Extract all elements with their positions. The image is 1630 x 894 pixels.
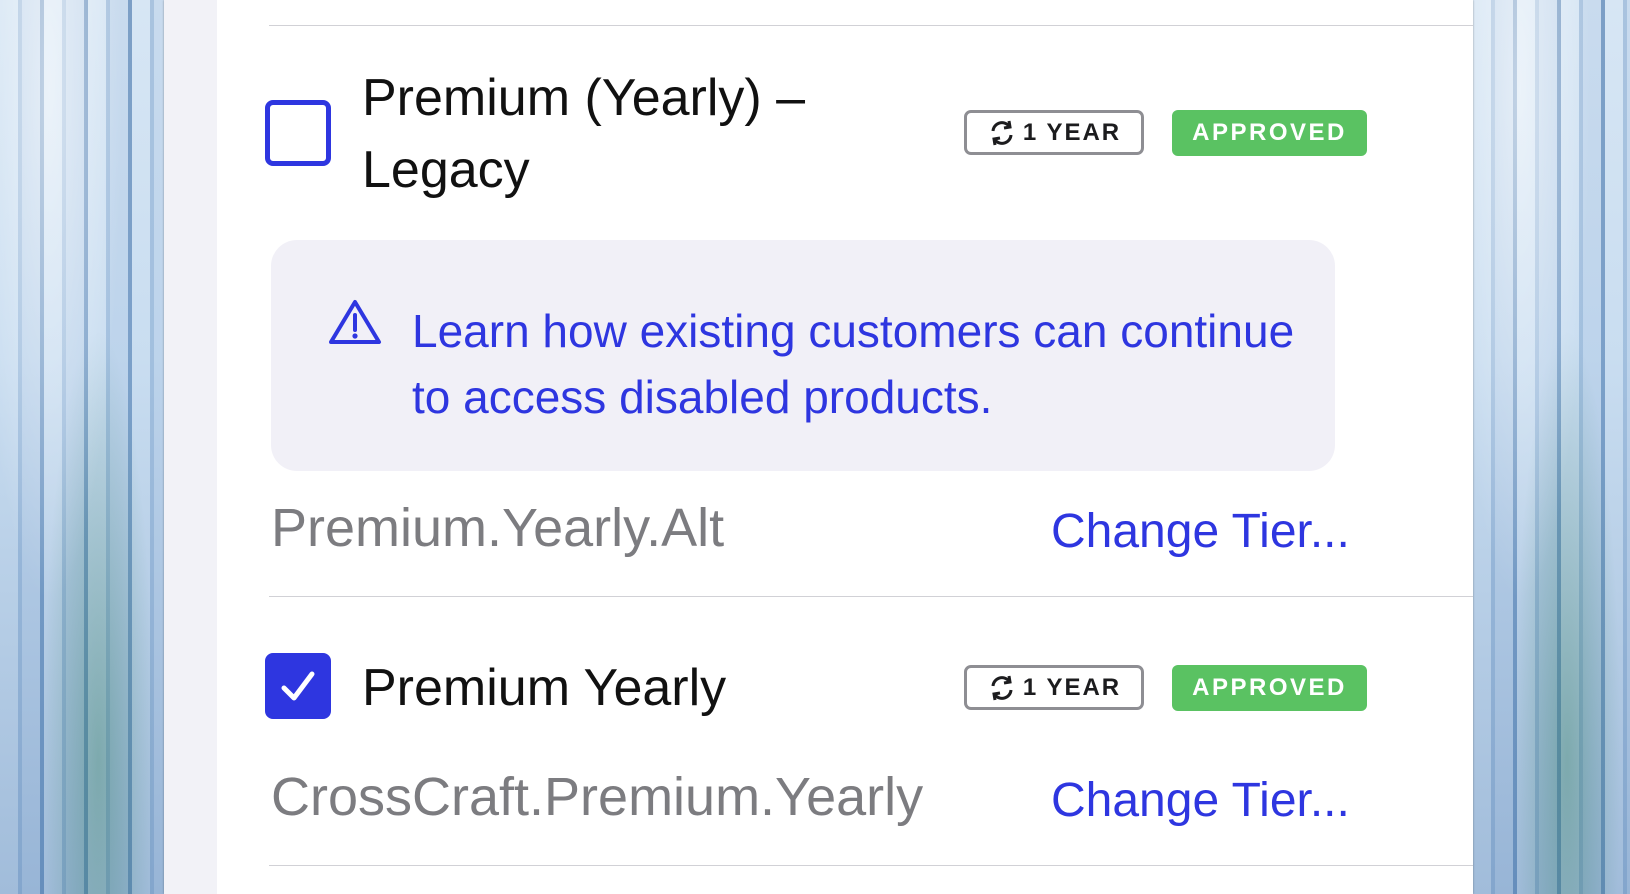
product-name-line2: Legacy bbox=[362, 141, 530, 199]
notice-link[interactable]: Learn how existing customers can continu… bbox=[412, 298, 1312, 430]
duration-label: 1 YEAR bbox=[1022, 118, 1122, 146]
checkmark-icon bbox=[281, 671, 315, 701]
row-divider bbox=[269, 865, 1473, 866]
renew-icon bbox=[991, 675, 1013, 700]
desktop-wallpaper-left bbox=[0, 0, 164, 894]
warning-triangle-icon bbox=[329, 300, 381, 344]
renew-icon bbox=[991, 120, 1013, 145]
status-badge: APPROVED bbox=[1172, 110, 1367, 156]
product-name-line1: Premium (Yearly) – bbox=[362, 69, 806, 127]
change-tier-button[interactable]: Change Tier... bbox=[1051, 769, 1350, 833]
product-checkbox-legacy[interactable] bbox=[265, 100, 331, 166]
product-id: CrossCraft.Premium.Yearly bbox=[271, 767, 924, 827]
change-tier-button[interactable]: Change Tier... bbox=[1051, 500, 1350, 564]
app-window: Premium (Yearly) – Legacy 1 YEAR APPROVE… bbox=[164, 0, 1473, 894]
duration-badge: 1 YEAR bbox=[964, 110, 1144, 155]
desktop-wallpaper-right bbox=[1473, 0, 1630, 894]
product-id: Premium.Yearly.Alt bbox=[271, 498, 725, 558]
status-badge: APPROVED bbox=[1172, 665, 1367, 711]
disabled-products-notice[interactable]: Learn how existing customers can continu… bbox=[271, 240, 1335, 471]
duration-label: 1 YEAR bbox=[1022, 673, 1122, 701]
product-name: Premium Yearly bbox=[362, 659, 727, 717]
product-list-card: Premium (Yearly) – Legacy 1 YEAR APPROVE… bbox=[217, 0, 1473, 894]
row-divider bbox=[269, 25, 1473, 26]
duration-badge: 1 YEAR bbox=[964, 665, 1144, 710]
product-checkbox-premium-yearly[interactable] bbox=[265, 653, 331, 719]
row-divider bbox=[269, 596, 1473, 597]
